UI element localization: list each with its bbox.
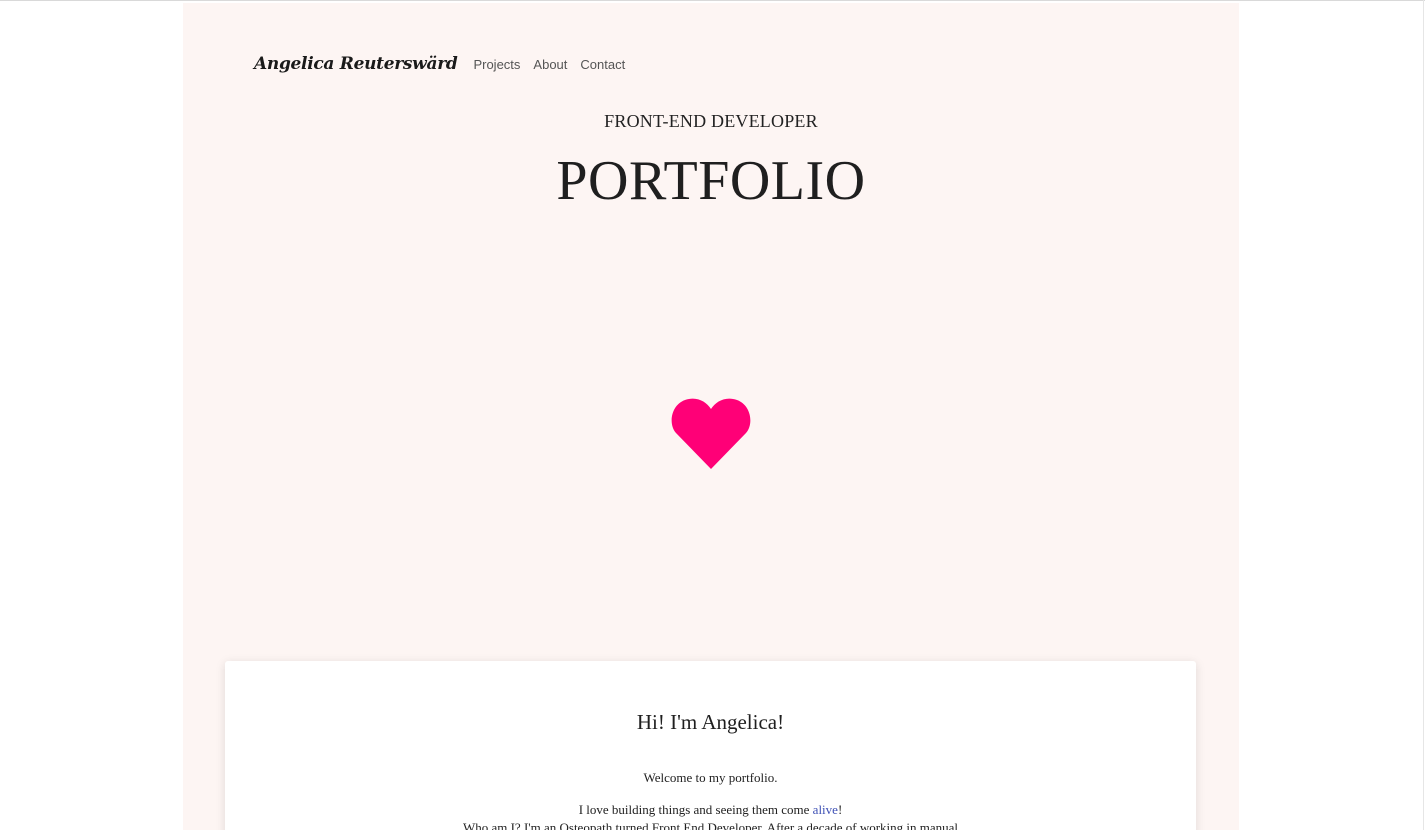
intro-welcome-text: Welcome to my portfolio. (643, 770, 778, 785)
alive-link[interactable]: alive (813, 802, 838, 817)
intro-who-text: Who am I? I'm an Osteopath turned Front … (462, 820, 959, 830)
scrollbar-edge (1423, 0, 1424, 830)
intro-card: Hi! I'm Angelica! Welcome to my portfoli… (225, 661, 1196, 830)
intro-love-text: I love building things and seeing them c… (225, 802, 1196, 818)
navbar: Angelica Reuterswärd Projects About Cont… (254, 54, 638, 74)
brand-logo-link[interactable]: Angelica Reuterswärd (254, 54, 458, 74)
nav-link-about[interactable]: About (533, 57, 567, 72)
page-container: Angelica Reuterswärd Projects About Cont… (183, 3, 1239, 830)
hero-title: PORTFOLIO (556, 150, 866, 212)
window-top-border (0, 0, 1425, 1)
intro-heading: Hi! I'm Angelica! (636, 710, 785, 734)
heart-shape (671, 398, 751, 469)
intro-love-suffix: ! (837, 802, 843, 817)
intro-love-prefix: I love building things and seeing them c… (578, 802, 813, 817)
nav-link-projects[interactable]: Projects (473, 57, 520, 72)
nav-link-contact[interactable]: Contact (580, 57, 625, 72)
hero-subtitle: FRONT-END DEVELOPER (604, 111, 818, 131)
heart-icon (671, 398, 751, 469)
